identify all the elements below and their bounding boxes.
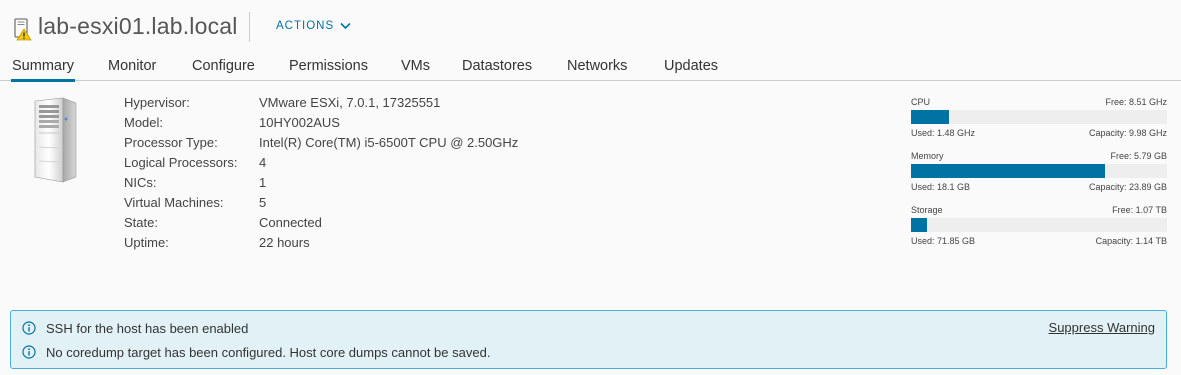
meter-free: Free: 8.51 GHz <box>1105 97 1167 107</box>
meter-fill <box>911 218 927 232</box>
cpu-meter: CPU Free: 8.51 GHz Used: 1.48 GHz Capaci… <box>911 96 1167 150</box>
tab-networks[interactable]: Networks <box>567 54 627 81</box>
suppress-warning-link[interactable]: Suppress Warning <box>1049 320 1155 335</box>
info-icon <box>22 345 36 359</box>
info-label: NICs: <box>124 175 157 190</box>
info-value: 10HY002AUS <box>259 115 340 130</box>
tab-updates[interactable]: Updates <box>664 54 718 81</box>
storage-meter: Storage Free: 1.07 TB Used: 71.85 GB Cap… <box>911 204 1167 258</box>
page-title: lab-esxi01.lab.local <box>38 13 238 39</box>
info-label: Logical Processors: <box>124 155 238 170</box>
info-value: 5 <box>259 195 267 210</box>
info-label: Virtual Machines: <box>124 195 224 210</box>
info-label: State: <box>124 215 158 230</box>
meter-capacity: Capacity: 1.14 TB <box>1095 236 1167 246</box>
meter-bar <box>911 110 1167 124</box>
info-label: Processor Type: <box>124 135 218 150</box>
meter-name: Memory <box>911 151 944 161</box>
actions-label: ACTIONS <box>276 20 335 32</box>
meter-used: Used: 1.48 GHz <box>911 128 976 138</box>
info-value: VMware ESXi, 7.0.1, 17325551 <box>259 95 441 110</box>
meter-capacity: Capacity: 23.89 GB <box>1088 182 1167 192</box>
info-value: Connected <box>259 215 322 230</box>
info-icon <box>22 321 36 335</box>
chevron-down-icon <box>340 22 351 30</box>
alert-banner: SSH for the host has been enabled No cor… <box>10 310 1167 369</box>
meter-bar <box>911 164 1167 178</box>
info-label: Hypervisor: <box>124 95 190 110</box>
tab-permissions[interactable]: Permissions <box>289 54 368 81</box>
server-icon <box>33 97 77 183</box>
meter-fill <box>911 164 1106 178</box>
meter-used: Used: 71.85 GB <box>911 236 976 246</box>
meter-bar <box>911 218 1167 232</box>
tab-configure[interactable]: Configure <box>192 54 255 81</box>
meter-free: Free: 5.79 GB <box>1110 151 1167 161</box>
resource-meters: CPU Free: 8.51 GHz Used: 1.48 GHz Capaci… <box>911 96 1167 258</box>
info-label: Uptime: <box>124 235 169 250</box>
info-value: 22 hours <box>259 235 310 250</box>
info-value: Intel(R) Core(TM) i5-6500T CPU @ 2.50GHz <box>259 135 519 150</box>
actions-menu-button[interactable]: ACTIONS <box>276 20 351 32</box>
alert-text: SSH for the host has been enabled <box>46 320 249 336</box>
info-label: Model: <box>124 115 164 130</box>
alert-message: SSH for the host has been enabled <box>22 320 248 336</box>
memory-meter: Memory Free: 5.79 GB Used: 18.1 GB Capac… <box>911 150 1167 204</box>
meter-capacity: Capacity: 9.98 GHz <box>1088 128 1167 138</box>
info-value: 1 <box>259 175 267 190</box>
meter-name: CPU <box>911 97 931 107</box>
meter-free: Free: 1.07 TB <box>1112 205 1167 215</box>
alert-message: No coredump target has been configured. … <box>22 344 490 360</box>
tab-summary[interactable]: Summary <box>10 54 76 82</box>
alert-text: No coredump target has been configured. … <box>46 344 491 360</box>
tab-monitor[interactable]: Monitor <box>108 54 156 81</box>
meter-fill <box>911 110 949 124</box>
tab-datastores[interactable]: Datastores <box>462 54 532 81</box>
meter-used: Used: 18.1 GB <box>911 182 971 192</box>
summary-panel: Hypervisor: VMware ESXi, 7.0.1, 17325551… <box>0 82 1181 375</box>
title-divider <box>249 12 250 42</box>
tab-vms[interactable]: VMs <box>401 54 430 81</box>
object-header: lab-esxi01.lab.local ACTIONS Summary Mon… <box>0 0 1181 82</box>
info-value: 4 <box>259 155 267 170</box>
meter-name: Storage <box>911 205 943 215</box>
host-warning-icon <box>12 17 32 41</box>
